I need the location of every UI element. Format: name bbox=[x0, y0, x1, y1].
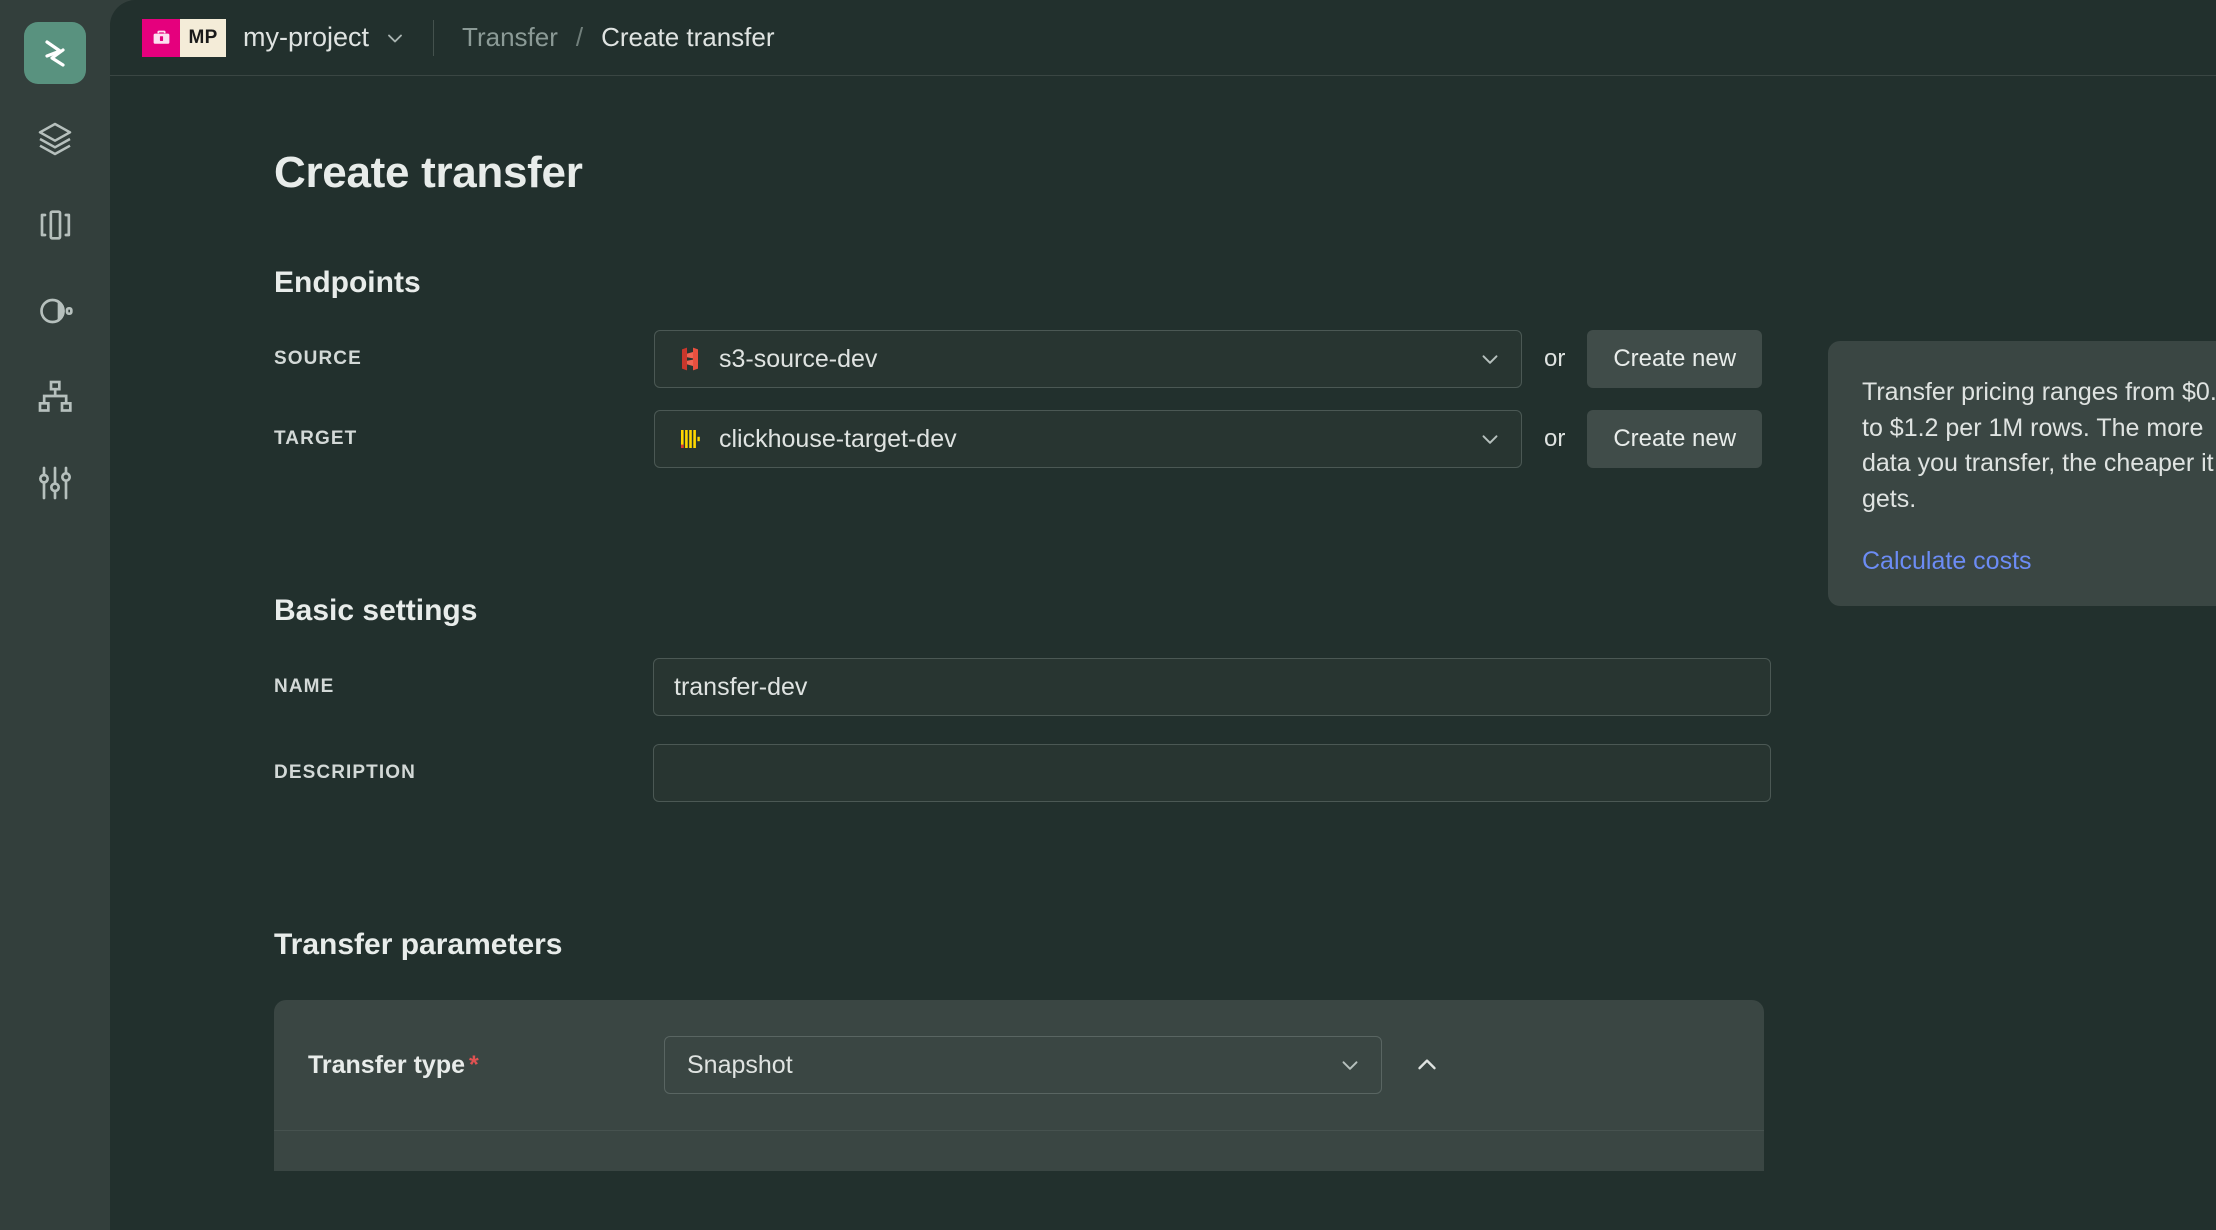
chevron-down-icon bbox=[1475, 346, 1505, 372]
project-name: my-project bbox=[243, 22, 370, 52]
breadcrumb-current: Create transfer bbox=[601, 22, 775, 52]
target-create-new-button[interactable]: Create new bbox=[1587, 410, 1763, 468]
name-input[interactable] bbox=[653, 658, 1771, 716]
breadcrumb-separator: / bbox=[575, 22, 584, 52]
target-label: TARGET bbox=[274, 428, 358, 449]
endpoints-section-title: Endpoints bbox=[274, 266, 421, 299]
sidebar-item-columns[interactable] bbox=[24, 194, 86, 256]
source-select[interactable]: s3-source-dev bbox=[654, 330, 1522, 388]
source-value: s3-source-dev bbox=[719, 344, 878, 373]
clickhouse-icon bbox=[677, 426, 703, 452]
transfer-type-select[interactable]: Snapshot bbox=[664, 1036, 1382, 1094]
sidebar-item-contrast[interactable] bbox=[24, 280, 86, 342]
transfer-type-row: Transfer type * Snapshot bbox=[274, 1000, 1764, 1131]
sidebar-item-settings[interactable] bbox=[24, 452, 86, 514]
source-create-new-button[interactable]: Create new bbox=[1587, 330, 1763, 388]
s3-icon bbox=[677, 346, 703, 372]
transfer-type-label: Transfer type * bbox=[308, 1051, 664, 1080]
hierarchy-icon bbox=[38, 380, 72, 412]
topbar: MP my-project Transfer / Create transfer bbox=[110, 0, 2216, 76]
project-initials-badge: MP bbox=[180, 18, 226, 57]
sidebar-item-hierarchy[interactable] bbox=[24, 366, 86, 428]
transfer-parameters-body bbox=[274, 1131, 1764, 1171]
topbar-divider bbox=[433, 19, 435, 56]
transfer-parameters-section-title: Transfer parameters bbox=[274, 928, 563, 961]
chevron-down-icon bbox=[1475, 426, 1505, 452]
breadcrumb: Transfer / Create transfer bbox=[462, 22, 774, 53]
content-inner: Create transfer Endpoints SOURCE s3-sour… bbox=[110, 76, 2216, 1171]
sliders-icon bbox=[39, 466, 71, 500]
chevron-down-icon[interactable] bbox=[383, 26, 407, 50]
app-logo[interactable] bbox=[24, 22, 86, 84]
database-columns-icon bbox=[40, 210, 71, 240]
briefcase-icon bbox=[142, 18, 180, 57]
content-region: Create transfer Endpoints SOURCE s3-sour… bbox=[110, 76, 2216, 1230]
description-input[interactable] bbox=[653, 744, 1771, 802]
description-label: DESCRIPTION bbox=[274, 762, 416, 783]
calculate-costs-link[interactable]: Calculate costs bbox=[1862, 547, 2032, 576]
sidebar bbox=[0, 0, 110, 1230]
target-select[interactable]: clickhouse-target-dev bbox=[654, 410, 1522, 468]
page-title: Create transfer bbox=[274, 148, 583, 197]
app-root: MP my-project Transfer / Create transfer… bbox=[0, 0, 2216, 1230]
description-row: DESCRIPTION bbox=[274, 744, 2216, 802]
transfer-type-label-text: Transfer type bbox=[308, 1050, 466, 1079]
source-or-text: or bbox=[1544, 345, 1566, 372]
pricing-info-text: Transfer pricing ranges from $0.2 to $1.… bbox=[1862, 378, 2216, 513]
layers-icon bbox=[38, 122, 72, 156]
contrast-circle-icon bbox=[40, 298, 73, 324]
transfer-type-value: Snapshot bbox=[687, 1050, 793, 1079]
collapse-transfer-parameters-button[interactable] bbox=[1400, 1038, 1454, 1092]
sidebar-item-layers[interactable] bbox=[24, 108, 86, 170]
source-label: SOURCE bbox=[274, 348, 362, 369]
target-value: clickhouse-target-dev bbox=[719, 424, 957, 453]
target-or-text: or bbox=[1544, 425, 1566, 452]
name-row: NAME bbox=[274, 658, 2216, 716]
chevron-up-icon bbox=[1418, 1059, 1436, 1070]
required-marker: * bbox=[469, 1050, 479, 1079]
name-label: NAME bbox=[274, 676, 335, 697]
chevron-down-icon bbox=[1335, 1052, 1365, 1078]
main-panel: MP my-project Transfer / Create transfer… bbox=[110, 0, 2216, 1230]
project-selector[interactable]: MP my-project bbox=[142, 18, 407, 57]
pricing-info-card: Transfer pricing ranges from $0.2 to $1.… bbox=[1828, 341, 2216, 606]
transfer-parameters-card: Transfer type * Snapshot bbox=[274, 1000, 1764, 1171]
double-chevron-logo-icon bbox=[45, 40, 65, 67]
breadcrumb-parent-link[interactable]: Transfer bbox=[462, 22, 558, 53]
